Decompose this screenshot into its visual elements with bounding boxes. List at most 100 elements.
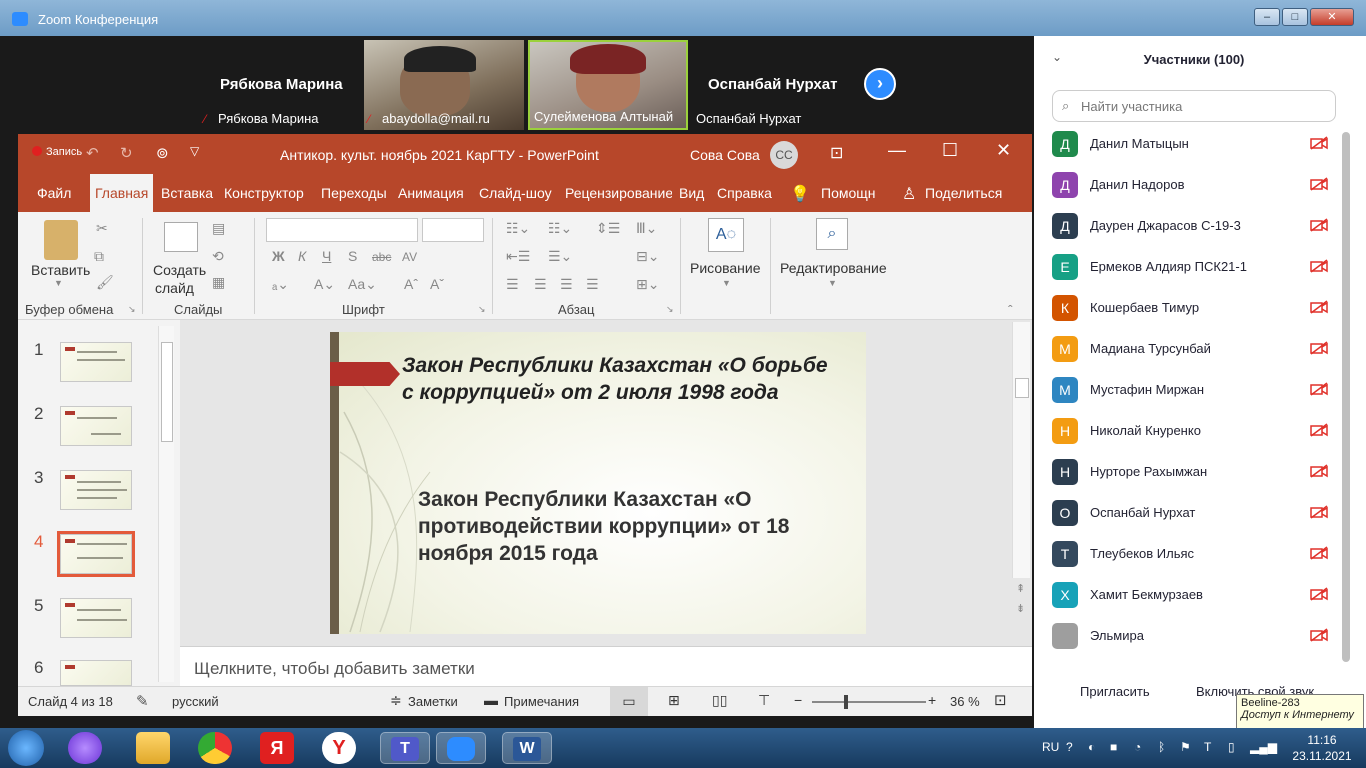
paste-icon[interactable]	[44, 220, 78, 260]
justify-icon[interactable]: ☰	[586, 276, 599, 293]
participant-row[interactable]: Н Николай Кнуренко	[1034, 411, 1344, 452]
tab-design[interactable]: Конструктор	[219, 174, 309, 212]
editor-scrollbar[interactable]	[1012, 322, 1030, 578]
participant-row[interactable]: Эльмира	[1034, 616, 1344, 657]
font-launcher-icon[interactable]: ↘	[478, 304, 486, 315]
columns-icon[interactable]: ☰⌄	[548, 248, 572, 265]
tell-me-search[interactable]: Помощн	[816, 174, 881, 212]
participant-row[interactable]: Д Данил Матыцын	[1034, 124, 1344, 165]
collapse-ribbon-icon[interactable]: ˆ	[1008, 302, 1013, 318]
participant-row[interactable]: К Кошербаев Тимур	[1034, 288, 1344, 329]
char-spacing-button[interactable]: AV	[402, 250, 417, 264]
video-tile[interactable]: Рябкова Марина ⁄ Рябкова Марина	[200, 40, 360, 130]
teams-taskbar-button[interactable]: T	[380, 732, 430, 764]
underline-button[interactable]: Ч	[322, 248, 331, 264]
tab-animations[interactable]: Анимация	[393, 174, 469, 212]
slideshow-from-start-icon[interactable]: ⊚	[156, 144, 169, 162]
next-slide-icon[interactable]: ⇟	[1016, 602, 1025, 615]
file-explorer-icon[interactable]	[136, 732, 170, 764]
comments-toggle-button[interactable]: Примечания	[504, 694, 579, 709]
italic-button[interactable]: К	[298, 248, 306, 264]
zoom-taskbar-button[interactable]	[436, 732, 486, 764]
fit-slide-icon[interactable]: ⊡	[994, 691, 1007, 709]
shadow-button[interactable]: S	[348, 248, 357, 264]
slide-body-text[interactable]: Закон Республики Казахстан «О противодей…	[418, 486, 838, 567]
font-color-icon[interactable]: A⌄	[314, 276, 335, 293]
thumbnails-scroll-thumb[interactable]	[161, 342, 173, 442]
system-clock[interactable]: 11:16 23.11.2021	[1284, 732, 1360, 764]
shrink-font-icon[interactable]: Aˇ	[430, 276, 444, 292]
ppt-maximize-button[interactable]: ☐	[942, 140, 958, 161]
slide-thumbnail-selected[interactable]	[57, 531, 135, 577]
paste-button[interactable]: Вставить	[31, 262, 90, 278]
numbering-icon[interactable]: ☷⌄	[548, 220, 572, 237]
new-slide-icon[interactable]	[164, 222, 198, 252]
tab-home[interactable]: Главная	[90, 174, 154, 212]
participant-row[interactable]: Т Тлеубеков Ильяс	[1034, 534, 1344, 575]
zoom-out-icon[interactable]: −	[794, 692, 802, 708]
participant-row[interactable]: О Оспанбай Нурхат	[1034, 493, 1344, 534]
editor-scroll-thumb[interactable]	[1015, 378, 1029, 398]
power-tray-icon[interactable]: ▯	[1228, 740, 1235, 754]
video-tile[interactable]: ⁄ abaydolla@mail.ru	[364, 40, 524, 130]
notes-toggle-button[interactable]: Заметки	[408, 694, 458, 709]
camera-tray-icon[interactable]: ■	[1110, 740, 1117, 754]
invite-button[interactable]: Пригласить	[1070, 680, 1160, 706]
align-text-icon[interactable]: ⊟⌄	[636, 248, 659, 265]
change-case-icon[interactable]: Aa⌄	[348, 276, 377, 293]
share-button[interactable]: Поделиться	[920, 174, 1007, 212]
font-name-combo[interactable]	[266, 218, 418, 242]
tray-icon[interactable]: ◔	[1134, 740, 1141, 754]
participant-row[interactable]: Д Данил Надоров	[1034, 165, 1344, 206]
bold-button[interactable]: Ж	[272, 248, 285, 264]
next-page-arrow-icon[interactable]: ›	[864, 68, 896, 100]
tab-insert[interactable]: Вставка	[156, 174, 218, 212]
slide-thumbnail[interactable]	[60, 406, 132, 446]
thumbnails-scrollbar[interactable]	[158, 326, 174, 682]
yandex-browser-icon[interactable]: Я	[260, 732, 294, 764]
current-slide[interactable]: Закон Республики Казахстан «О борьбе с к…	[330, 332, 866, 634]
cut-icon[interactable]: ✂	[96, 220, 108, 237]
editing-dropdown-icon[interactable]: ▼	[828, 278, 837, 288]
flag-tray-icon[interactable]: ⚑	[1180, 740, 1191, 754]
keyboard-language[interactable]: RU	[1042, 740, 1059, 754]
participant-row[interactable]: М Мадиана Турсунбай	[1034, 329, 1344, 370]
zoom-in-icon[interactable]: +	[928, 692, 936, 708]
tray-icon[interactable]: ◐	[1088, 740, 1095, 754]
slide-thumbnail[interactable]	[60, 342, 132, 382]
participant-row[interactable]: Х Хамит Бекмурзаев	[1034, 575, 1344, 616]
video-tile[interactable]: Оспанбай Нурхат Оспанбай Нурхат	[692, 40, 852, 130]
tab-view[interactable]: Вид	[674, 174, 709, 212]
drawing-dropdown-icon[interactable]: ▼	[722, 278, 731, 288]
find-icon[interactable]: ⌕	[816, 218, 848, 250]
reading-view-icon[interactable]: ▯▯	[712, 692, 727, 709]
format-painter-icon[interactable]: 🖌	[96, 274, 114, 291]
align-left-icon[interactable]: ☰	[506, 276, 519, 293]
clipboard-launcher-icon[interactable]: ↘	[128, 304, 136, 315]
spellcheck-icon[interactable]: ✎	[136, 692, 149, 710]
zoom-slider-thumb[interactable]	[844, 695, 848, 709]
new-slide-button-line2[interactable]: слайд	[155, 280, 194, 296]
ppt-close-button[interactable]: ✕	[996, 140, 1011, 161]
normal-view-icon[interactable]: ▭	[610, 687, 648, 716]
participant-row[interactable]: М Мустафин Миржан	[1034, 370, 1344, 411]
slide-title[interactable]: Закон Республики Казахстан «О борьбе с к…	[402, 352, 842, 406]
redo-icon[interactable]: ↻	[120, 144, 133, 162]
maximize-button[interactable]: □	[1282, 8, 1308, 26]
participant-search-input[interactable]: ⌕ Найти участника	[1052, 90, 1336, 122]
text-direction-icon[interactable]: Ⅲ⌄	[636, 220, 657, 237]
reset-icon[interactable]: ⟲	[212, 248, 224, 265]
shapes-icon[interactable]: A◌	[708, 218, 744, 252]
slideshow-view-icon[interactable]: ⊤	[758, 692, 770, 709]
participant-row[interactable]: Е Ермеков Алдияр ПСК21-1	[1034, 247, 1344, 288]
participant-row[interactable]: Н Нурторе Рахымжан	[1034, 452, 1344, 493]
paste-dropdown-icon[interactable]: ▼	[54, 278, 63, 288]
tab-help[interactable]: Справка	[712, 174, 777, 212]
paragraph-launcher-icon[interactable]: ↘	[666, 304, 674, 315]
notes-pane[interactable]: Щелкните, чтобы добавить заметки	[180, 646, 1032, 686]
font-size-combo[interactable]	[422, 218, 484, 242]
slide-thumbnail[interactable]	[60, 470, 132, 510]
line-spacing-icon[interactable]: ⇕☰	[596, 220, 620, 237]
align-center-icon[interactable]: ☰	[534, 276, 547, 293]
minimize-button[interactable]: –	[1254, 8, 1280, 26]
